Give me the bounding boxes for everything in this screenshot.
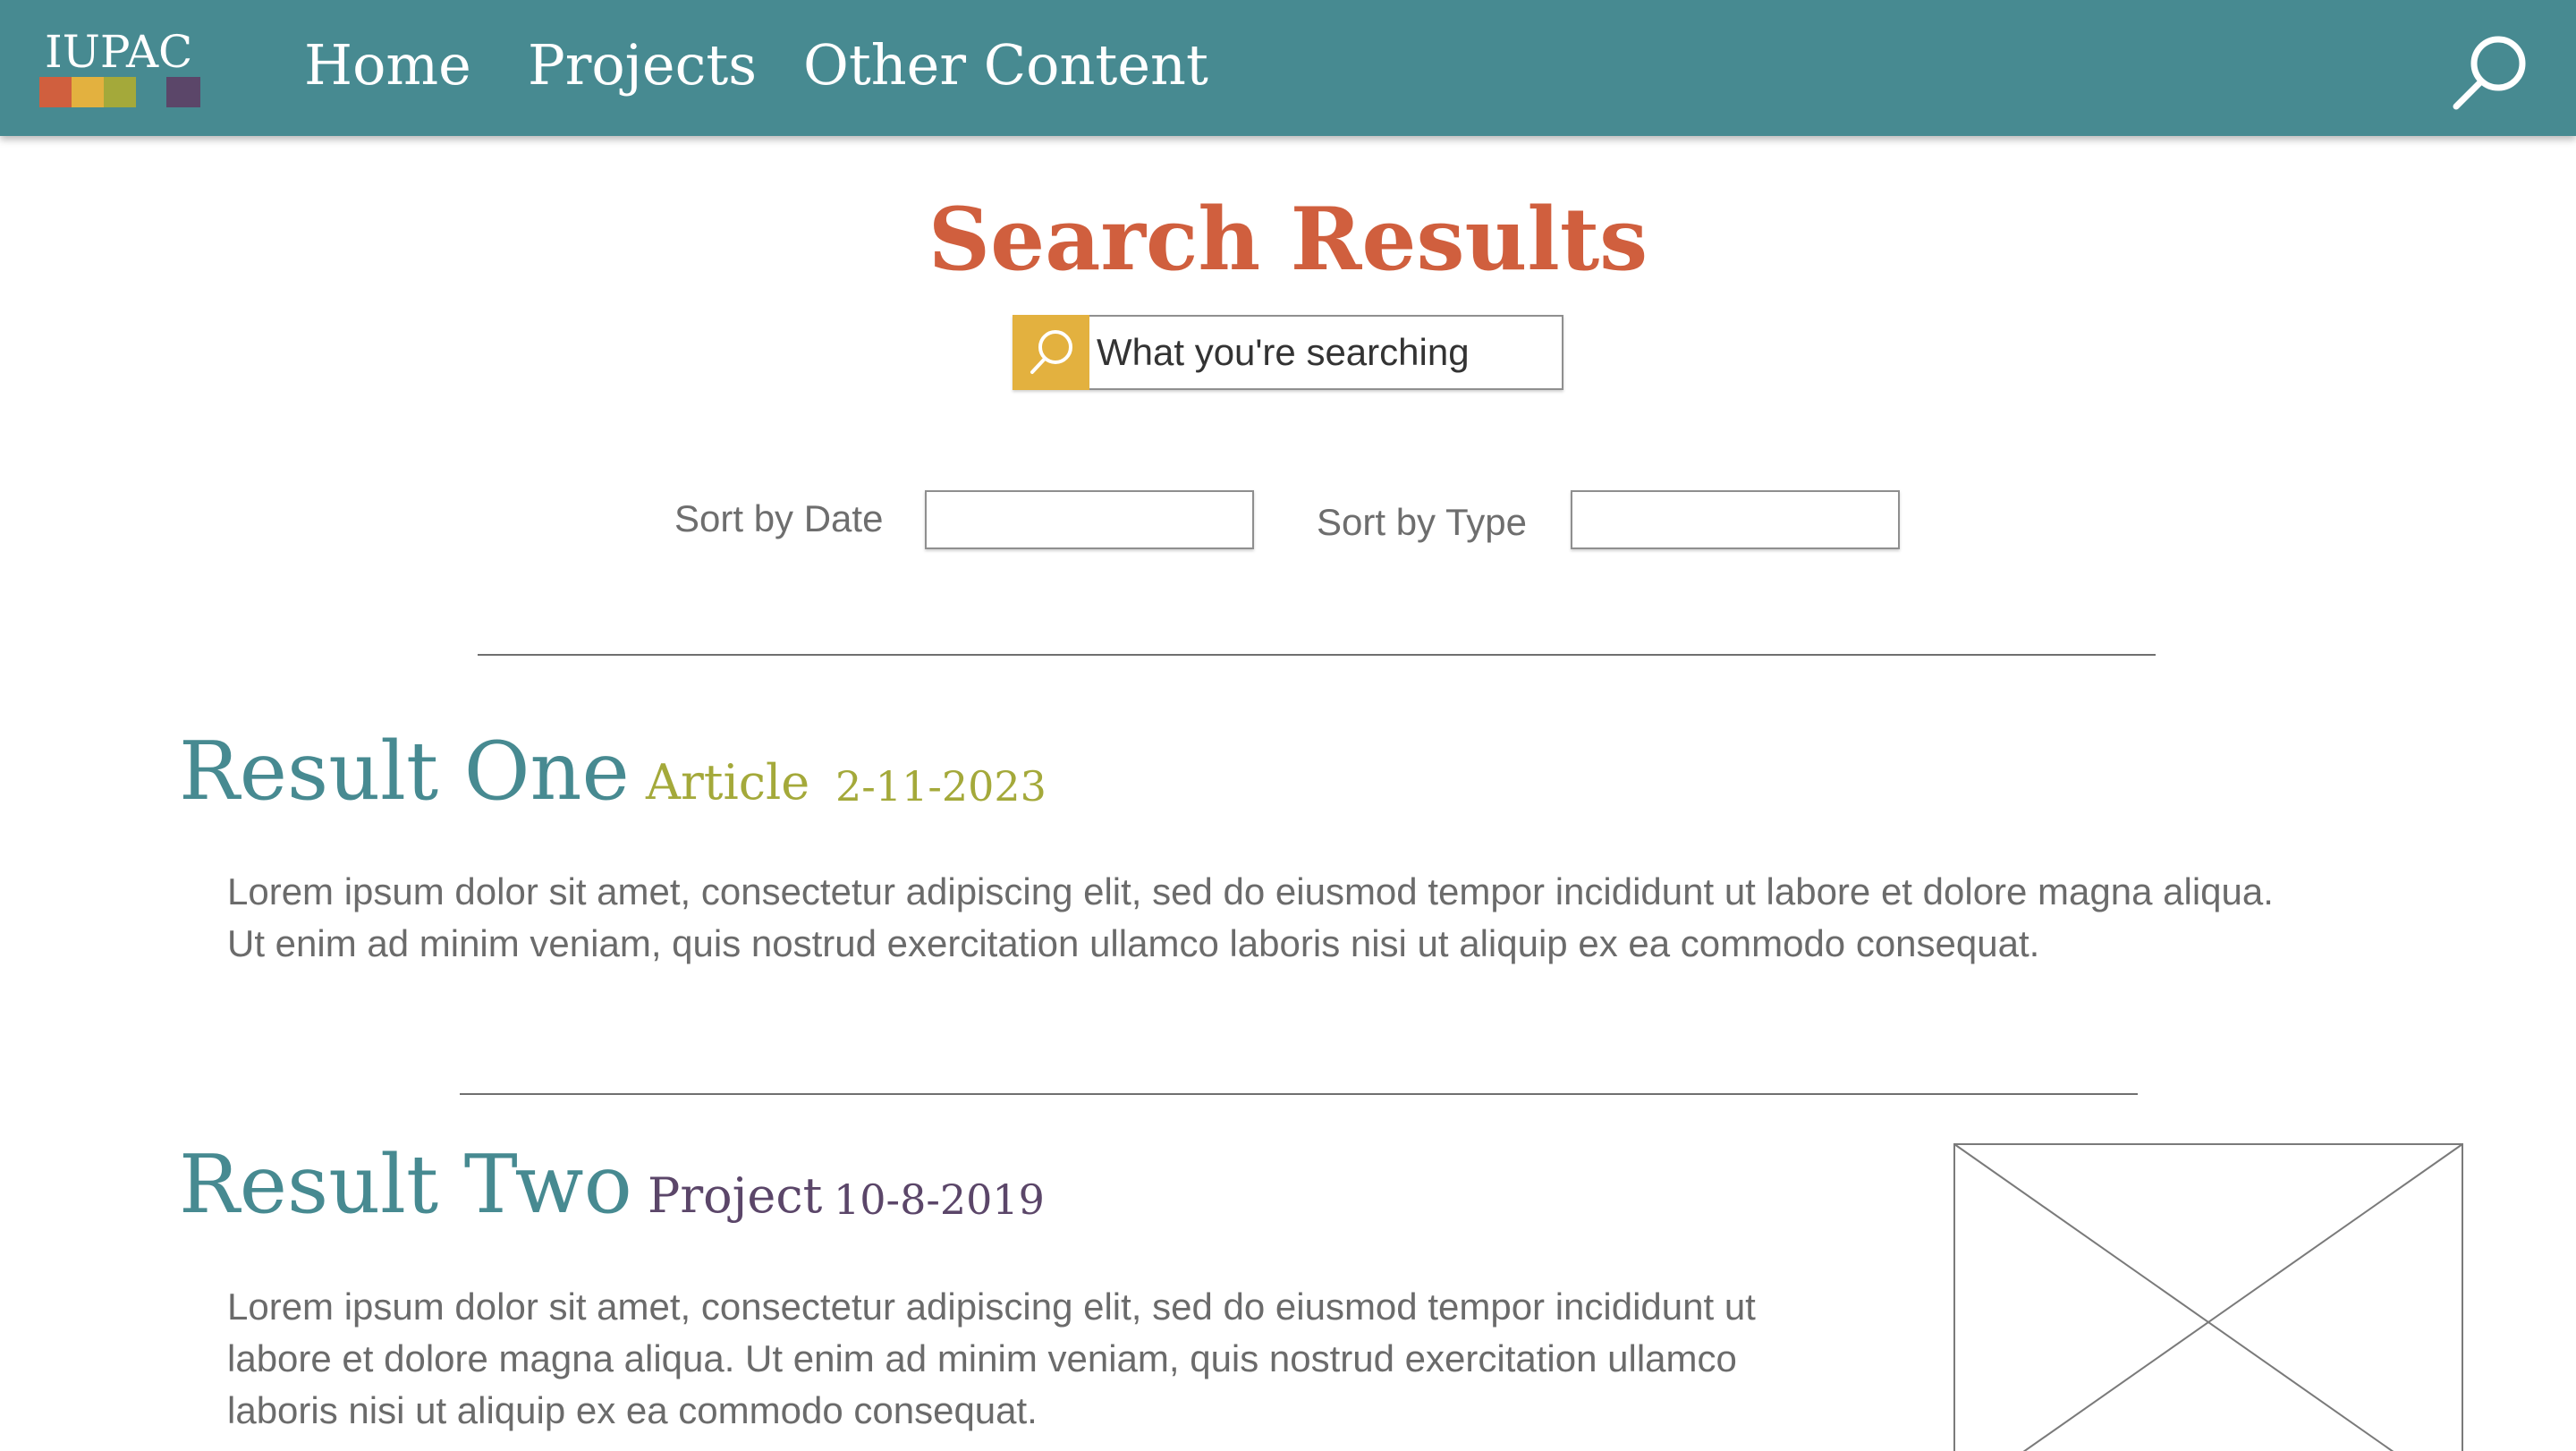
logo-swatch-yellow <box>72 77 104 107</box>
result-text-line: labore et dolore magna aliqua. Ut enim a… <box>227 1337 1737 1379</box>
result-date: 2-11-2023 <box>835 762 1046 810</box>
result-text-line: Ut enim ad minim veniam, quis nostrud ex… <box>227 922 2040 964</box>
result-text-line: Lorem ipsum dolor sit amet, consectetur … <box>227 870 2274 912</box>
result-type: Project <box>648 1167 823 1224</box>
page-title: Search Results <box>928 189 1648 290</box>
sort-by-date-field[interactable] <box>925 490 1254 549</box>
nav-home[interactable]: Home <box>304 27 471 104</box>
nav-other-content[interactable]: Other Content <box>803 27 1208 104</box>
divider <box>478 654 2156 656</box>
search-icon[interactable] <box>2449 32 2529 113</box>
result-description: Lorem ipsum dolor sit amet, consectetur … <box>227 866 2517 970</box>
divider <box>460 1093 2138 1095</box>
search-input[interactable] <box>1097 317 1553 388</box>
logo-swatch-purple <box>166 77 200 107</box>
result-text-line: laboris nisi ut aliquip ex ea commodo co… <box>227 1389 1038 1431</box>
logo-swatch-orange <box>39 77 72 107</box>
image-placeholder <box>1953 1143 2463 1451</box>
top-navbar: IUPAC Home Projects Other Content <box>0 0 2576 136</box>
iupac-logo[interactable]: IUPAC <box>39 23 209 113</box>
search-button[interactable] <box>1013 315 1089 390</box>
sort-by-date-label: Sort by Date <box>674 497 884 539</box>
result-text-line: Lorem ipsum dolor sit amet, consectetur … <box>227 1286 1756 1328</box>
result-description: Lorem ipsum dolor sit amet, consectetur … <box>227 1281 1909 1437</box>
search-box <box>1013 315 1563 390</box>
result-title[interactable]: Result Two <box>179 1136 632 1235</box>
logo-text: IUPAC <box>45 26 193 78</box>
search-icon <box>1030 330 1072 374</box>
sort-by-type-label: Sort by Type <box>1317 501 1528 543</box>
sort-by-type-field[interactable] <box>1571 490 1900 549</box>
result-title[interactable]: Result One <box>179 723 630 821</box>
nav-projects[interactable]: Projects <box>528 27 757 104</box>
result-type: Article <box>646 754 810 810</box>
result-date: 10-8-2019 <box>834 1175 1045 1224</box>
logo-swatch-olive <box>104 77 136 107</box>
